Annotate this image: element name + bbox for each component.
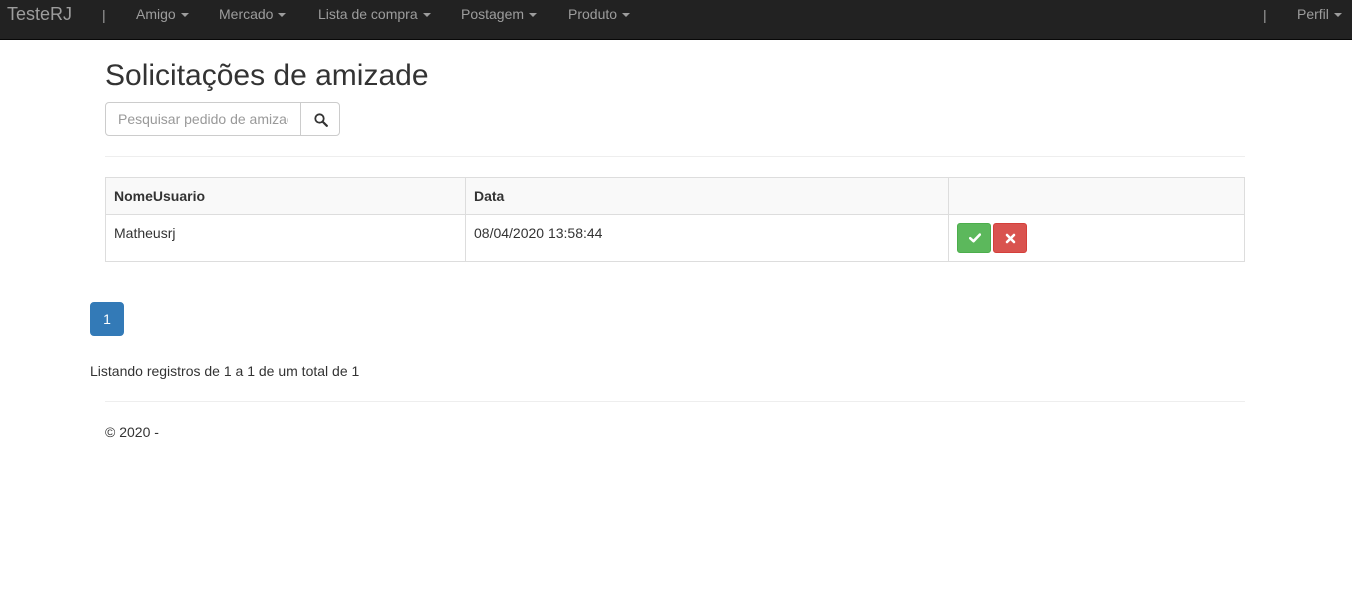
nav-menu-amigo[interactable]: Amigo (136, 6, 189, 22)
nav-separator: | (1263, 7, 1267, 23)
nav-menu-label: Amigo (136, 6, 176, 22)
caret-down-icon (622, 13, 631, 18)
caret-down-icon (278, 13, 287, 18)
table-header-row: NomeUsuario Data (105, 177, 1245, 215)
top-navbar: TesteRJ | Amigo Mercado Lista de compra … (0, 0, 1352, 40)
nav-menu-postagem[interactable]: Postagem (461, 6, 538, 22)
divider (105, 401, 1245, 402)
reject-request-button[interactable] (993, 223, 1027, 253)
nav-menu-lista-de-compra[interactable]: Lista de compra (318, 6, 431, 22)
cell-actions (948, 214, 1245, 262)
table-row: Matheusrj 08/04/2020 13:58:44 (105, 214, 1245, 262)
column-header-nome-usuario: NomeUsuario (105, 177, 466, 215)
divider (105, 156, 1245, 157)
nav-menu-label: Lista de compra (318, 6, 418, 22)
search-button[interactable] (300, 102, 340, 136)
search-icon (314, 113, 328, 127)
caret-down-icon (529, 13, 538, 18)
nav-menu-perfil[interactable]: Perfil (1297, 6, 1342, 22)
caret-down-icon (422, 13, 431, 18)
page-title: Solicitações de amizade (105, 59, 429, 92)
nav-menu-label: Mercado (219, 6, 274, 22)
column-header-data: Data (465, 177, 949, 215)
caret-down-icon (1333, 13, 1342, 18)
column-header-actions (948, 177, 1245, 215)
listing-summary: Listando registros de 1 a 1 de um total … (90, 363, 360, 379)
check-icon (969, 233, 981, 243)
brand-link[interactable]: TesteRJ (7, 4, 72, 24)
pagination-page-1[interactable]: 1 (90, 302, 124, 336)
nav-menu-label: Perfil (1297, 6, 1329, 22)
cell-nome-usuario: Matheusrj (105, 214, 466, 262)
friend-requests-table: NomeUsuario Data Matheusrj 08/04/2020 13… (105, 177, 1245, 262)
close-icon (1005, 233, 1016, 244)
caret-down-icon (180, 13, 189, 18)
nav-menu-label: Postagem (461, 6, 525, 22)
search-input[interactable] (105, 102, 301, 136)
nav-menu-label: Produto (568, 6, 618, 22)
cell-data: 08/04/2020 13:58:44 (465, 214, 949, 262)
footer-copyright: © 2020 - (105, 424, 159, 440)
nav-separator: | (102, 7, 106, 23)
nav-menu-produto[interactable]: Produto (568, 6, 631, 22)
nav-menu-mercado[interactable]: Mercado (219, 6, 287, 22)
accept-request-button[interactable] (957, 223, 991, 253)
